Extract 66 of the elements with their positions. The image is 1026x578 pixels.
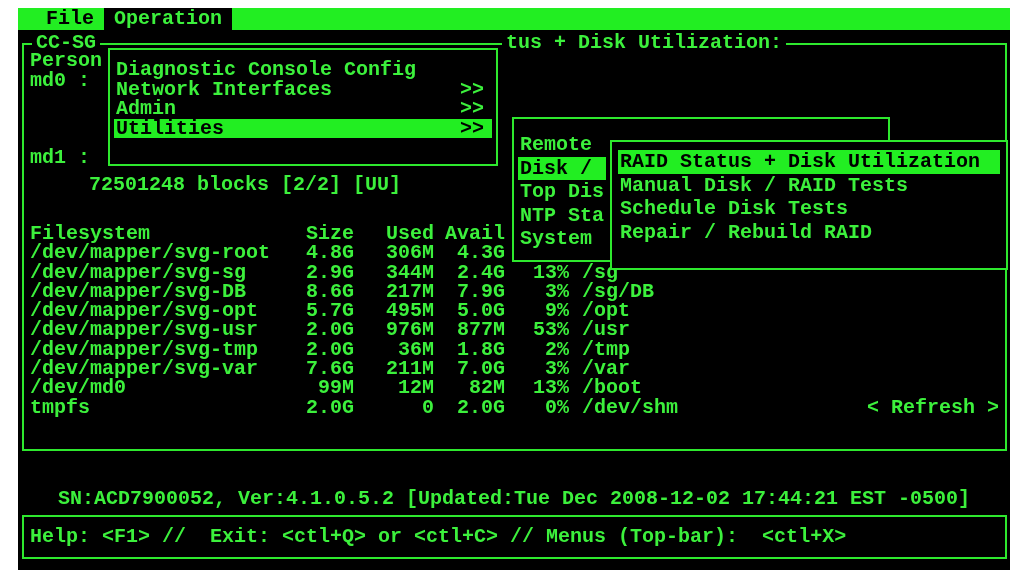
- table-cell-text: 495M: [385, 301, 434, 321]
- table-cell-text: 2.0G: [305, 339, 354, 360]
- table-cell-text: 2.0G: [456, 397, 505, 417]
- table-cell-text: /dev/md0: [30, 378, 126, 398]
- table-cell: /usr: [582, 320, 630, 340]
- table-cell-text: 7.9G: [456, 281, 505, 302]
- device-label: Person: [29, 51, 102, 71]
- table-cell-text: 344M: [385, 262, 434, 282]
- column-header: Size: [305, 224, 354, 244]
- table-cell-text: /dev/mapper/svg-sg: [30, 262, 247, 282]
- table-cell-text: 5.7G: [305, 301, 354, 321]
- help-bar: Help: <F1> // Exit: <ctl+Q> or <ctl+C> // Menus (Top-bar): <ctl+X>: [22, 515, 1007, 559]
- column-header: Used: [385, 224, 434, 244]
- table-cell-text: 99M: [317, 378, 354, 398]
- table-cell-text: /dev/mapper/svg-DB: [30, 281, 247, 302]
- table-cell: /dev/shm: [582, 397, 678, 417]
- table-cell-text: /dev/mapper/svg-usr: [30, 320, 260, 340]
- menu-item[interactable]: Disk /: [518, 156, 606, 180]
- column-header: Filesystem: [30, 224, 151, 244]
- table-cell-text: 13%: [532, 262, 569, 282]
- table-cell-text: 3%: [545, 359, 569, 379]
- table-cell-text: 4.3G: [456, 243, 505, 263]
- device-label: md1 :: [29, 148, 90, 168]
- table-cell-text: 3%: [544, 281, 569, 302]
- device-label: md0 :: [29, 70, 90, 90]
- column-header: Avail: [444, 224, 505, 244]
- table-cell-text: tmpfs: [30, 397, 91, 417]
- table-cell-text: 2.0G: [305, 397, 354, 417]
- table-cell-text: 13%: [532, 378, 569, 398]
- table-cell-text: /dev/mapper/svg-tmp: [30, 339, 260, 360]
- table-cell-text: 211M: [385, 359, 434, 379]
- table-cell-text: 2.9G: [305, 262, 354, 282]
- status-line: SN:ACD7900052, Ver:4.1.0.5.2 [Updated:Tue Dec 2008-12-02 17:44:21 EST -0500]: [56, 489, 972, 509]
- table-cell-text: /dev/mapper/svg-root: [30, 243, 272, 263]
- raid-detail: 72501248 blocks [2/2] [UU]: [88, 174, 402, 194]
- menu-bar-item[interactable]: Operation: [104, 8, 233, 30]
- table-cell-text: 306M: [385, 243, 434, 263]
- table-cell-text: 2.4G: [456, 262, 505, 282]
- table-cell: /opt: [582, 301, 630, 321]
- menu-item[interactable]: Utilities >>: [114, 118, 492, 138]
- table-cell-text: 12M: [397, 378, 434, 398]
- table-cell-text: /dev/mapper/svg-var: [30, 359, 260, 379]
- table-cell-text: 5.0G: [456, 301, 505, 321]
- table-cell-text: 0: [421, 397, 434, 417]
- table-cell: /var: [582, 359, 630, 379]
- menu-item[interactable]: RAID Status + Disk Utilization: [618, 150, 1000, 174]
- table-cell-text: 8.6G: [305, 281, 354, 302]
- table-cell-text: 4.8G: [305, 243, 354, 263]
- table-cell-text: 0%: [544, 397, 569, 417]
- table-cell-text: 976M: [385, 320, 434, 340]
- table-cell-text: 2%: [544, 339, 569, 360]
- table-cell-text: 1.8G: [456, 339, 505, 360]
- table-cell-text: 9%: [545, 301, 569, 321]
- table-cell-text: 217M: [385, 281, 434, 302]
- table-cell-text: 7.6G: [305, 359, 354, 379]
- table-cell-text: 53%: [532, 320, 569, 340]
- table-cell: /boot: [582, 378, 642, 398]
- table-cell: /tmp: [582, 339, 630, 360]
- menu-item[interactable]: Top Dis: [518, 180, 606, 204]
- table-cell-text: 36M: [397, 339, 434, 360]
- table-cell-text: /dev/mapper/svg-opt: [30, 301, 260, 321]
- table-cell-text: 2.0G: [305, 320, 354, 340]
- table-cell-text: 7.0G: [456, 359, 505, 379]
- table-cell-text: 877M: [456, 320, 505, 340]
- table-cell-text: 82M: [468, 378, 505, 398]
- table-cell: /sg/DB: [582, 281, 654, 302]
